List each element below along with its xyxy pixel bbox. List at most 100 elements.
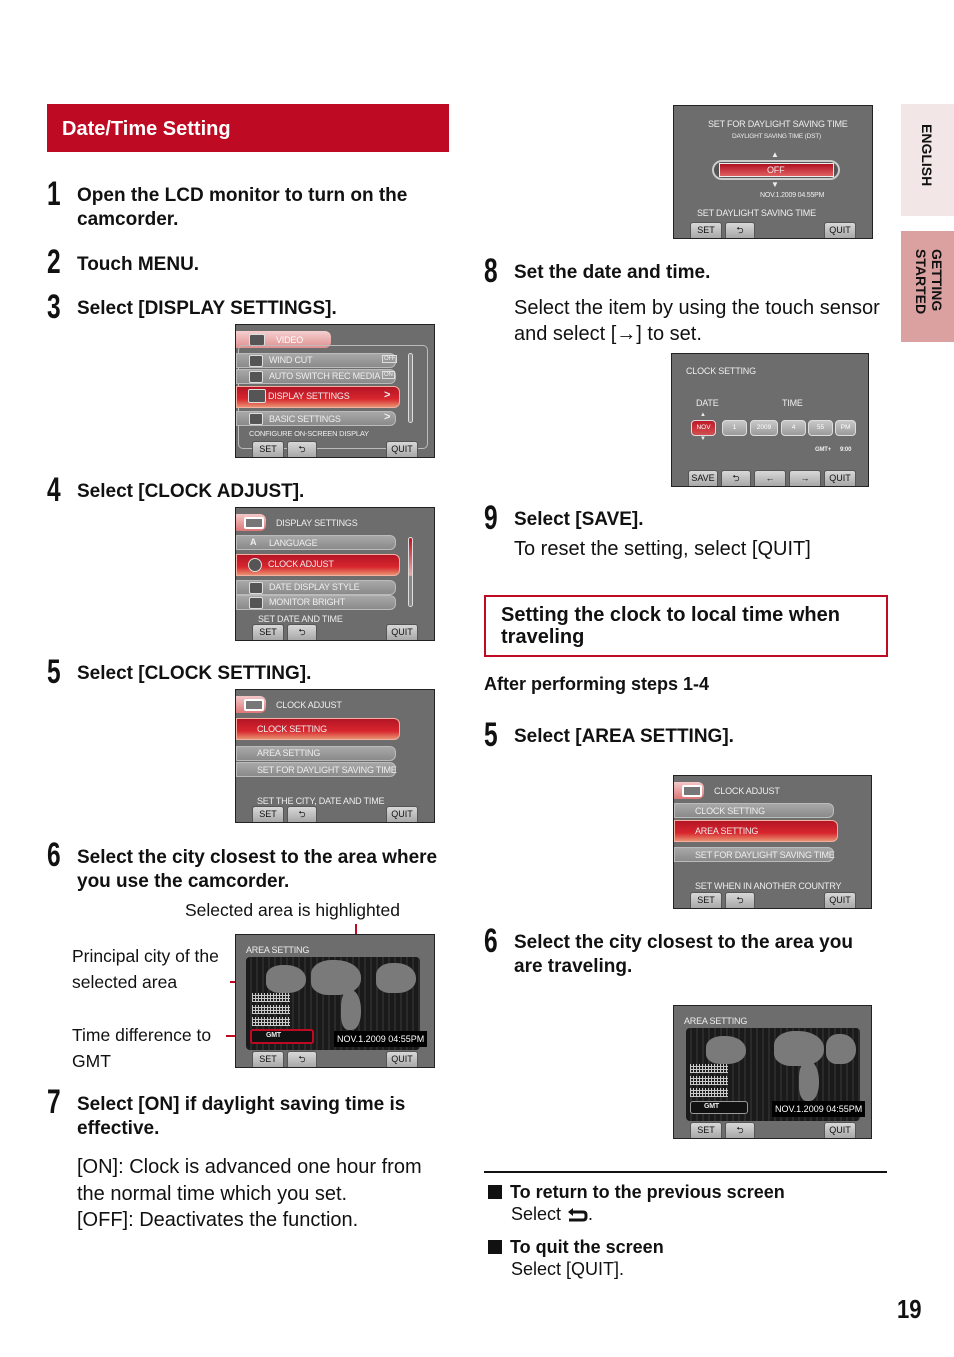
datetime-display: NOV.1.2009 04:55PM bbox=[334, 1031, 428, 1047]
quit-button[interactable]: QUIT bbox=[386, 624, 418, 640]
step-8-text: Set the date and time. bbox=[514, 262, 711, 283]
tab-english[interactable]: ENGLISH bbox=[901, 104, 954, 216]
quit-button[interactable]: QUIT bbox=[386, 1051, 418, 1067]
chevron-right-icon: > bbox=[384, 411, 391, 423]
screen-hint: SET DATE AND TIME bbox=[258, 614, 343, 624]
callout-selected-area: Selected area is highlighted bbox=[185, 900, 401, 920]
gmt-offset-box[interactable] bbox=[690, 1101, 748, 1114]
note-quit-title: To quit the screen bbox=[488, 1237, 664, 1258]
section-title: Date/Time Setting bbox=[47, 104, 449, 152]
screen-header: VIDEO bbox=[276, 335, 304, 345]
field-year[interactable]: 2009 bbox=[750, 420, 778, 436]
arrow-up-icon[interactable]: ▲ bbox=[700, 412, 706, 418]
set-button[interactable]: SET bbox=[690, 1122, 722, 1138]
set-button[interactable]: SET bbox=[252, 806, 284, 822]
back-button[interactable]: ⮌ bbox=[287, 1051, 317, 1067]
tab-getting-started[interactable]: GETTING STARTED bbox=[901, 231, 954, 342]
step-9-number: 9 bbox=[484, 499, 498, 537]
quit-button[interactable]: QUIT bbox=[386, 441, 418, 457]
bullet-square-icon bbox=[488, 1185, 502, 1199]
callout-principal-city: Principal city of the selected area bbox=[72, 946, 219, 992]
arrow-up-icon[interactable]: ▲ bbox=[771, 150, 779, 159]
notes-divider bbox=[484, 1171, 887, 1173]
map-land bbox=[341, 990, 361, 1030]
chevron-right-icon: > bbox=[384, 389, 391, 401]
set-button[interactable]: SET bbox=[252, 441, 284, 457]
menu-item-label: CLOCK SETTING bbox=[257, 724, 327, 734]
scrollbar[interactable] bbox=[408, 353, 413, 423]
city-name-text bbox=[690, 1076, 728, 1085]
save-button[interactable]: SAVE bbox=[688, 470, 718, 486]
note-title-text: To quit the screen bbox=[510, 1237, 664, 1257]
map-land bbox=[826, 1034, 856, 1064]
note-return-title: To return to the previous screen bbox=[488, 1182, 785, 1203]
city-name-text bbox=[690, 1088, 728, 1097]
left-arrow-button[interactable]: ← bbox=[754, 470, 786, 486]
period: . bbox=[588, 1204, 594, 1224]
screen-hint: SET THE CITY, DATE AND TIME bbox=[257, 796, 385, 806]
gmt-offset-box[interactable] bbox=[250, 1029, 314, 1044]
menu-item-label: BASIC SETTINGS bbox=[269, 414, 341, 424]
screen-area-setting-menu: CLOCK ADJUST CLOCK SETTING AREA SETTING … bbox=[673, 775, 872, 909]
quit-button[interactable]: QUIT bbox=[824, 1122, 856, 1138]
dst-value: OFF bbox=[767, 165, 785, 175]
screen-display-settings-menu: VIDEO WIND CUT OFF AUTO SWITCH REC MEDIA… bbox=[235, 324, 435, 458]
set-button[interactable]: SET bbox=[690, 892, 722, 908]
step-7-body-line-1: [ON]: Clock is advanced one hour from bbox=[77, 1156, 422, 1178]
date-label: DATE bbox=[696, 398, 719, 408]
screen-header: CLOCK ADJUST bbox=[276, 700, 342, 710]
menu-item-value: ON bbox=[382, 371, 395, 379]
field-month[interactable]: NOV bbox=[691, 420, 716, 436]
quit-button[interactable]: QUIT bbox=[824, 892, 856, 908]
language-icon: A bbox=[250, 537, 257, 547]
field-ampm[interactable]: PM bbox=[835, 420, 856, 436]
media-switch-icon bbox=[249, 371, 263, 383]
menu-item-label: AREA SETTING bbox=[257, 748, 321, 758]
quit-button[interactable]: QUIT bbox=[386, 806, 418, 822]
scrollbar[interactable] bbox=[408, 537, 413, 607]
back-button[interactable]: ⮌ bbox=[287, 806, 317, 822]
gmt-label: GMT bbox=[704, 1103, 719, 1110]
quit-button[interactable]: QUIT bbox=[824, 222, 856, 238]
field-minute[interactable]: 55 bbox=[808, 420, 833, 436]
back-button[interactable]: ⮌ bbox=[287, 441, 317, 457]
display-icon bbox=[682, 785, 702, 797]
page-number: 19 bbox=[897, 1294, 922, 1324]
step-7-number: 7 bbox=[47, 1083, 61, 1121]
step-2-text: Touch MENU. bbox=[77, 254, 200, 275]
time-label: TIME bbox=[782, 398, 803, 408]
back-button[interactable]: ⮌ bbox=[725, 222, 755, 238]
back-button[interactable]: ⮌ bbox=[725, 892, 755, 908]
arrow-down-icon[interactable]: ▼ bbox=[771, 180, 779, 189]
right-arrow-button[interactable]: → bbox=[789, 470, 821, 486]
display-icon bbox=[244, 517, 264, 529]
quit-button[interactable]: QUIT bbox=[824, 470, 856, 486]
step-1-number: 1 bbox=[47, 175, 61, 213]
screen-hint: CONFIGURE ON-SCREEN DISPLAY bbox=[249, 429, 369, 438]
step-7-body-line-2: the normal time which you set. bbox=[77, 1183, 348, 1205]
back-button[interactable]: ⮌ bbox=[287, 624, 317, 640]
set-button[interactable]: SET bbox=[252, 1051, 284, 1067]
step-5-number: 5 bbox=[47, 653, 61, 691]
step-9-text: Select [SAVE]. bbox=[514, 509, 644, 530]
gmt-offset: 9:00 bbox=[840, 447, 852, 453]
city-name-text bbox=[252, 1005, 290, 1014]
bullet-square-icon bbox=[488, 1240, 502, 1254]
step-8-body: Select the item by using the touch senso… bbox=[514, 297, 880, 345]
back-button[interactable]: ⮌ bbox=[721, 470, 751, 486]
set-button[interactable]: SET bbox=[252, 624, 284, 640]
arrow-down-icon[interactable]: ▼ bbox=[700, 436, 706, 442]
datetime-display: NOV.1.2009 04:55PM bbox=[772, 1101, 866, 1117]
screen-area-setting-travel: AREA SETTING GMT NOV.1.2009 04:55PM SET … bbox=[673, 1005, 872, 1139]
set-button[interactable]: SET bbox=[690, 222, 722, 238]
menu-item-label: CLOCK SETTING bbox=[695, 806, 765, 816]
screen-daylight-saving: SET FOR DAYLIGHT SAVING TIME DAYLIGHT SA… bbox=[673, 105, 873, 239]
field-hour[interactable]: 4 bbox=[781, 420, 806, 436]
back-button[interactable]: ⮌ bbox=[725, 1122, 755, 1138]
menu-item-label: DISPLAY SETTINGS bbox=[268, 391, 350, 401]
travel-step-5-text: Select [AREA SETTING]. bbox=[514, 726, 734, 747]
step-4-number: 4 bbox=[47, 471, 61, 509]
field-day[interactable]: 1 bbox=[722, 420, 747, 436]
screen-hint: SET DAYLIGHT SAVING TIME bbox=[697, 208, 816, 218]
map-land bbox=[774, 1031, 824, 1066]
